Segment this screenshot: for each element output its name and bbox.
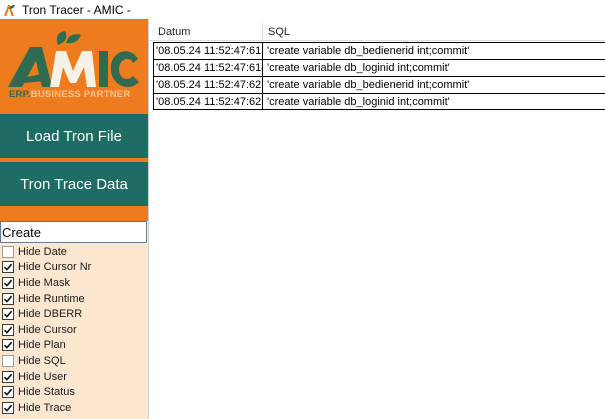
logo-tagline-partner: BUSINESS PARTNER (30, 89, 131, 100)
checkbox[interactable] (2, 308, 14, 321)
option-hide-plan[interactable]: Hide Plan (0, 338, 148, 354)
option-label: Hide Mask (18, 276, 70, 289)
checkbox[interactable] (2, 386, 14, 399)
option-hide-date[interactable]: Hide Date (0, 244, 148, 260)
checkbox[interactable] (2, 323, 14, 336)
cell-sql[interactable]: 'create variable db_loginid int;commit' (263, 94, 605, 110)
option-hide-mask[interactable]: Hide Mask (0, 275, 148, 291)
option-hide-status[interactable]: Hide Status (0, 384, 148, 400)
option-label: Hide Cursor Nr (18, 261, 92, 274)
option-label: Hide Plan (18, 339, 66, 352)
option-hide-cursor-nr[interactable]: Hide Cursor Nr (0, 260, 148, 276)
table-row[interactable]: '08.05.24 11:52:47:613' 'create variable… (153, 42, 605, 59)
cell-sql[interactable]: 'create variable db_bedienerid int;commi… (263, 77, 605, 93)
option-label: Hide Trace (18, 401, 72, 414)
app-window: Tron Tracer - AMIC - ERP.BUSINESS PARTNE… (0, 0, 605, 419)
option-label: Hide Date (18, 245, 67, 258)
checkbox[interactable] (2, 276, 14, 289)
option-label: Hide Status (18, 386, 75, 399)
hide-options-list: Hide Date Hide Cursor Nr Hide Mask Hide … (0, 244, 148, 419)
load-tron-file-button[interactable]: Load Tron File (0, 114, 148, 158)
orange-separator (0, 206, 148, 221)
logo-tagline-erp: ERP (9, 89, 28, 100)
option-label: Hide DBERR (18, 308, 83, 321)
column-header-sql[interactable]: SQL (263, 23, 605, 41)
checkmark-icon (3, 326, 13, 334)
cell-sql[interactable]: 'create variable db_bedienerid int;commi… (263, 43, 605, 59)
checkmark-icon (3, 279, 13, 287)
cell-datum[interactable]: '08.05.24 11:52:47:621' (153, 77, 263, 93)
table-row[interactable]: '08.05.24 11:52:47:623' 'create variable… (153, 93, 605, 110)
option-hide-trace[interactable]: Hide Trace (0, 400, 148, 416)
control-panel: ERP.BUSINESS PARTNER Load Tron File Tron… (0, 19, 148, 419)
checkbox[interactable] (2, 401, 14, 414)
option-label: Hide User (18, 370, 67, 383)
option-hide-runtime[interactable]: Hide Runtime (0, 291, 148, 307)
option-hide-user[interactable]: Hide User (0, 369, 148, 385)
option-label: Hide Runtime (18, 292, 85, 305)
checkmark-icon (3, 373, 13, 381)
option-hide-dberr[interactable]: Hide DBERR (0, 306, 148, 322)
option-label: Hide Cursor (18, 323, 77, 336)
option-hide-sql[interactable]: Hide SQL (0, 353, 148, 369)
checkmark-icon (3, 404, 13, 412)
option-hide-cursor[interactable]: Hide Cursor (0, 322, 148, 338)
checkmark-icon (3, 295, 13, 303)
amic-logo: ERP.BUSINESS PARTNER (0, 19, 148, 112)
window-title: Tron Tracer - AMIC - (22, 2, 131, 17)
checkbox[interactable] (2, 292, 14, 305)
cell-datum[interactable]: '08.05.24 11:52:47:614' (153, 60, 263, 76)
trace-grid: Datum SQL '08.05.24 11:52:47:613' 'creat… (148, 19, 605, 419)
checkmark-icon (3, 388, 13, 396)
checkbox[interactable] (2, 339, 14, 352)
option-label: Hide SQL (18, 354, 66, 367)
title-bar[interactable]: Tron Tracer - AMIC - (0, 0, 605, 19)
checkbox[interactable] (2, 261, 14, 274)
cell-sql[interactable]: 'create variable db_loginid int;commit' (263, 60, 605, 76)
checkmark-icon (3, 342, 13, 350)
table-row[interactable]: '08.05.24 11:52:47:614' 'create variable… (153, 59, 605, 76)
table-row[interactable]: '08.05.24 11:52:47:621' 'create variable… (153, 76, 605, 93)
column-header-datum[interactable]: Datum (149, 23, 263, 41)
checkbox[interactable] (2, 370, 14, 383)
checkmark-icon (3, 264, 13, 272)
cell-datum[interactable]: '08.05.24 11:52:47:623' (153, 94, 263, 110)
app-logo-icon (3, 3, 17, 17)
cell-datum[interactable]: '08.05.24 11:52:47:613' (153, 43, 263, 59)
checkmark-icon (3, 310, 13, 318)
grid-header: Datum SQL (149, 23, 605, 41)
checkbox[interactable] (2, 354, 14, 367)
logo-tagline: ERP.BUSINESS PARTNER (9, 89, 131, 100)
tron-trace-data-button[interactable]: Tron Trace Data (0, 162, 148, 206)
checkbox[interactable] (2, 245, 14, 258)
sql-filter-input[interactable] (0, 221, 147, 243)
